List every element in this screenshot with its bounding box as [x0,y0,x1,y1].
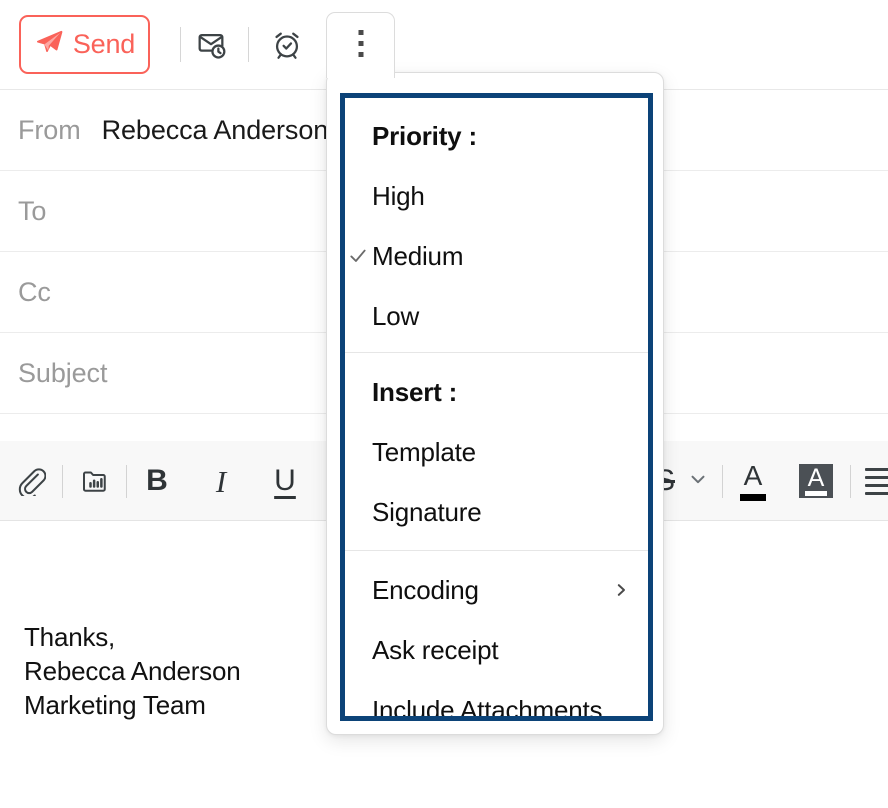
menu-item-include-attachments[interactable]: Include Attachments [345,680,648,721]
menu-group-options: Encoding Ask receipt Include Attachments [345,550,648,721]
chevron-down-icon [687,468,709,495]
italic-label: I [215,463,227,499]
kebab-vertical-icon [358,30,363,57]
menu-item-priority-high-label: High [372,181,425,211]
menu-item-insert-template-label: Template [372,437,476,467]
reminder-alarm-icon[interactable] [268,26,306,64]
underline-button[interactable]: U [268,459,302,503]
font-color-swatch [740,493,766,501]
menu-header-insert: Insert : [345,362,648,422]
italic-button[interactable]: I [204,459,238,503]
menu-item-insert-signature-label: Signature [372,497,482,527]
font-color-glyph: A [740,459,766,501]
font-color-letter: A [743,459,763,491]
more-options-menu-inner: Priority : High Medium Low Insert: Temp… [340,93,653,721]
bold-button[interactable]: B [140,459,174,503]
more-options-tab[interactable] [326,12,395,78]
menu-item-ask-receipt[interactable]: Ask receipt [345,620,648,680]
menu-group-priority: Priority : High Medium Low [345,98,648,352]
menu-header-priority: Priority : [345,106,648,166]
align-button[interactable] [862,459,888,503]
more-options-menu: Priority : High Medium Low Insert: Temp… [326,72,664,735]
format-divider-1 [62,465,63,498]
menu-item-priority-medium-label: Medium [372,241,464,271]
highlight-color-button[interactable]: A [798,459,834,503]
menu-item-encoding-label: Encoding [372,575,479,605]
highlight-swatch [805,491,827,497]
menu-item-encoding[interactable]: Encoding [345,560,648,620]
compose-window: Send From Rebecca Anderson To Cc Subject… [0,0,888,808]
bold-label: B [146,464,168,497]
attachment-icon[interactable] [12,459,50,503]
menu-item-insert-template[interactable]: Template [345,422,648,482]
underline-label: U [274,464,296,497]
send-button[interactable]: Send [19,15,150,74]
menu-item-priority-low[interactable]: Low [345,286,648,346]
menu-item-priority-high[interactable]: High [345,166,648,226]
chevron-right-icon [612,581,630,599]
check-icon [347,246,369,266]
schedule-send-icon[interactable] [192,26,230,64]
field-label-to: To [18,195,47,226]
field-label-cc: Cc [18,276,51,307]
font-color-button[interactable]: A [736,459,770,503]
toolbar-divider-1 [180,27,181,62]
format-divider-2 [126,465,127,498]
menu-group-insert: Insert : Template Signature [345,352,648,550]
send-button-label: Send [72,29,136,59]
menu-header-priority-label: Priority : [372,121,477,151]
menu-item-include-attachments-label: Include Attachments [372,695,603,721]
align-left-icon [865,467,888,495]
menu-item-priority-low-label: Low [372,301,420,331]
highlight-color-glyph: A [799,464,833,498]
toolbar-divider-2 [248,27,249,62]
field-label-subject: Subject [18,357,108,388]
field-label-from: From [18,114,81,145]
format-divider-3 [722,465,723,498]
menu-item-insert-signature[interactable]: Signature [345,482,648,542]
format-divider-4 [850,465,851,498]
send-icon [34,27,64,62]
insert-image-icon[interactable] [76,459,114,503]
menu-item-priority-medium[interactable]: Medium [345,226,648,286]
font-size-dropdown[interactable] [682,459,714,503]
field-value-from: Rebecca Anderson [101,114,329,145]
menu-header-insert-label: Insert : [372,377,458,407]
highlight-letter: A [807,464,825,492]
menu-item-ask-receipt-label: Ask receipt [372,635,499,665]
